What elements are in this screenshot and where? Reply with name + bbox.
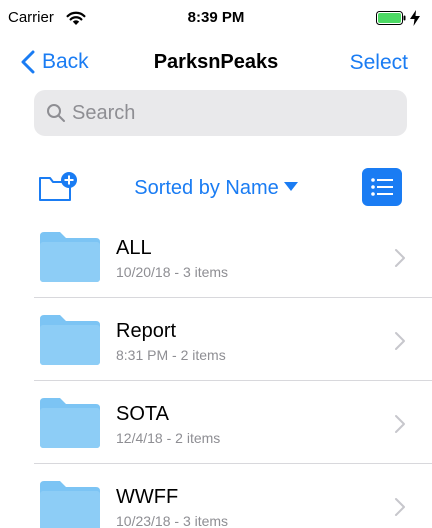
folder-meta: 12/4/18 - 2 items xyxy=(116,430,221,446)
sort-label: Sorted by Name xyxy=(134,177,279,199)
status-time: 8:39 PM xyxy=(187,9,245,26)
search-icon xyxy=(47,104,65,122)
folder-row-wwff[interactable]: WWFF 10/23/18 - 3 items xyxy=(0,464,432,528)
battery-icon xyxy=(376,11,406,25)
chevron-right-icon xyxy=(395,332,405,350)
chevron-right-icon xyxy=(395,498,405,516)
folder-meta: 8:31 PM - 2 items xyxy=(116,347,226,363)
folder-meta: 10/23/18 - 3 items xyxy=(116,513,229,528)
caret-down-icon xyxy=(283,182,298,192)
toolbar: Sorted by Name xyxy=(0,166,432,210)
folder-icon xyxy=(40,315,100,365)
chevron-right-icon xyxy=(395,249,405,267)
folder-row-report[interactable]: Report 8:31 PM - 2 items xyxy=(0,298,432,381)
folder-meta: 10/20/18 - 3 items xyxy=(116,264,229,280)
folder-name: Report xyxy=(116,320,177,342)
select-button[interactable]: Select xyxy=(350,51,408,75)
search-input[interactable] xyxy=(72,101,372,125)
charging-bolt-icon xyxy=(410,10,420,26)
status-bar: Carrier 8:39 PM xyxy=(0,0,432,40)
folder-icon xyxy=(40,232,100,282)
folder-list: ALL 10/20/18 - 3 items Report 8:31 PM - … xyxy=(0,215,432,528)
folder-name: ALL xyxy=(116,237,152,259)
chevron-right-icon xyxy=(395,415,405,433)
folder-name: WWFF xyxy=(116,486,179,508)
folder-icon xyxy=(40,398,100,448)
search-bar[interactable] xyxy=(34,90,407,136)
list-view-button[interactable] xyxy=(362,168,402,206)
folder-row-sota[interactable]: SOTA 12/4/18 - 2 items xyxy=(0,381,432,464)
folder-name: SOTA xyxy=(116,403,169,425)
list-icon xyxy=(371,178,393,196)
folder-row-all[interactable]: ALL 10/20/18 - 3 items xyxy=(0,215,432,298)
navigation-bar: Back ParksnPeaks Select xyxy=(0,40,432,84)
folder-icon xyxy=(40,481,100,528)
